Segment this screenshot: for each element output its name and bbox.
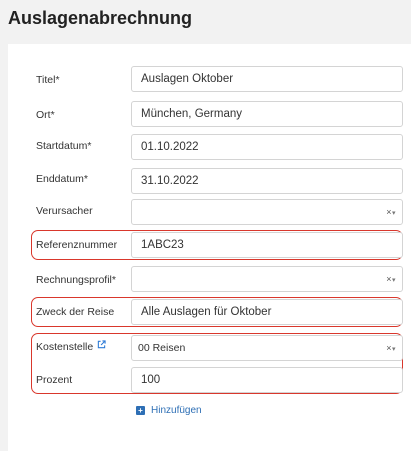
add-button-label: Hinzufügen <box>151 405 202 416</box>
enddatum-input[interactable]: 31.10.2022 <box>131 168 403 194</box>
startdatum-label: Startdatum* <box>36 140 92 152</box>
verursacher-controls[interactable]: ×▾ <box>386 200 396 226</box>
titel-input[interactable]: Auslagen Oktober <box>131 66 403 92</box>
rechnung-controls[interactable]: ×▾ <box>386 267 396 293</box>
enddatum-label: Enddatum* <box>36 173 88 185</box>
prozent-label: Prozent <box>36 374 73 386</box>
referenz-label: Referenznummer <box>36 239 118 251</box>
ort-label: Ort* <box>36 109 55 121</box>
external-link-icon[interactable] <box>97 340 106 351</box>
plus-square-icon: + <box>136 406 145 415</box>
page-title: Auslagenabrechnung <box>8 8 193 28</box>
zweck-input[interactable]: Alle Auslagen für Oktober <box>131 299 403 325</box>
kostenstelle-label-text: Kostenstelle <box>36 341 94 353</box>
kostenstelle-select[interactable]: 00 Reisen ×▾ <box>131 335 403 361</box>
kostenstelle-value: 00 Reisen <box>138 342 186 354</box>
kostenstelle-controls[interactable]: ×▾ <box>386 336 396 362</box>
verursacher-label: Verursacher <box>36 205 93 217</box>
chevron-down-icon[interactable]: ▾ <box>392 346 396 353</box>
rechnung-select[interactable]: ×▾ <box>131 266 403 292</box>
form-card: Titel* Auslagen Oktober Ort* München, Ge… <box>8 44 411 451</box>
verursacher-select[interactable]: ×▾ <box>131 199 403 225</box>
rechnung-label: Rechnungsprofil* <box>36 274 116 286</box>
titel-label: Titel* <box>36 74 60 86</box>
kostenstelle-label: Kostenstelle <box>36 340 106 353</box>
referenz-input[interactable]: 1ABC23 <box>131 232 403 258</box>
chevron-down-icon[interactable]: ▾ <box>392 210 396 217</box>
startdatum-input[interactable]: 01.10.2022 <box>131 134 403 160</box>
chevron-down-icon[interactable]: ▾ <box>392 277 396 284</box>
add-button[interactable]: + Hinzufügen <box>136 405 202 416</box>
zweck-label: Zweck der Reise <box>36 306 115 318</box>
ort-input[interactable]: München, Germany <box>131 101 403 127</box>
prozent-input[interactable]: 100 <box>131 367 403 393</box>
